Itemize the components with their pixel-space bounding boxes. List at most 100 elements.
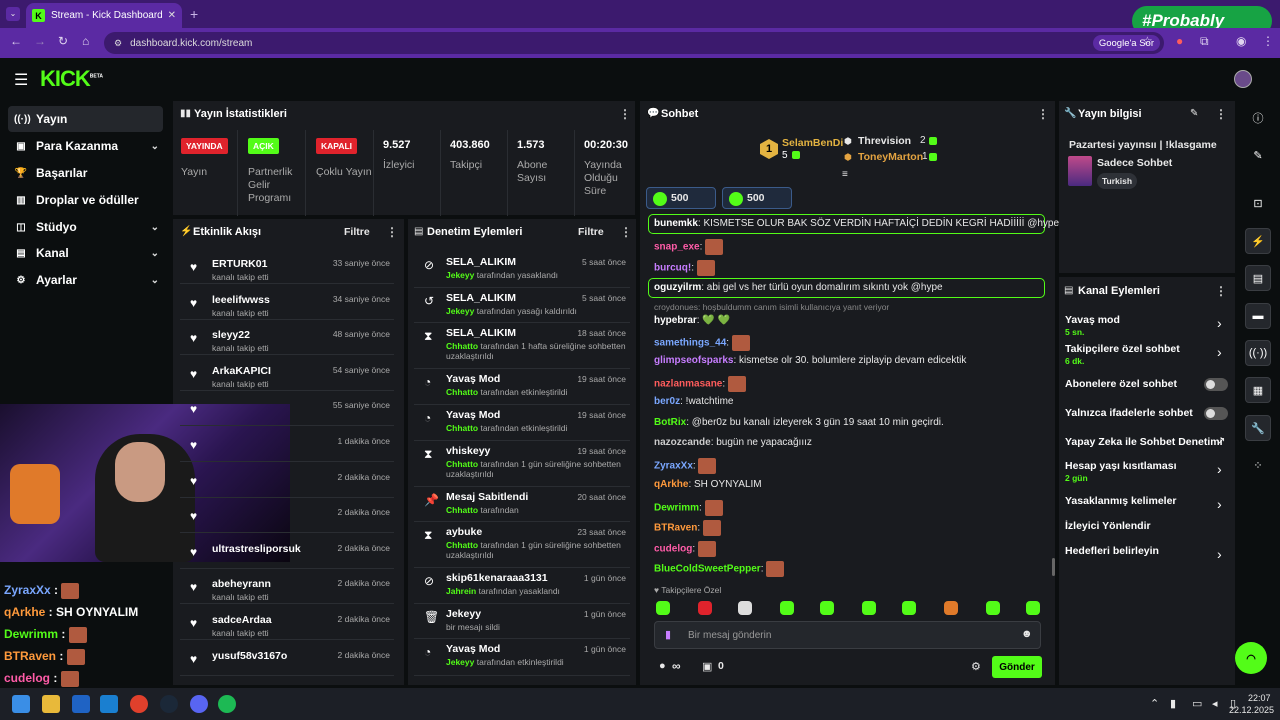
mic-icon[interactable]: ▮ <box>665 628 671 641</box>
store-icon[interactable]: ▣ <box>702 660 712 673</box>
outlook-icon[interactable] <box>72 695 90 713</box>
browser-tab[interactable]: K Stream - Kick Dashboard ✕ <box>26 3 182 28</box>
activity-row[interactable]: ♥ sadceArdaa kanalı takip etti 2 dakika önc… <box>180 606 394 640</box>
chat-message[interactable]: burcuq!: <box>654 260 715 276</box>
chat-message[interactable]: cudelog: <box>654 541 716 557</box>
user-avatar[interactable] <box>1234 70 1252 88</box>
toggle-switch[interactable] <box>1204 378 1228 391</box>
chevron-right-icon[interactable]: › <box>1217 344 1222 360</box>
more-options-icon[interactable]: ⁘ <box>1245 452 1271 478</box>
chat-input-box[interactable]: ▮ Bir mesaj gönderin ☻ <box>654 621 1041 649</box>
channel-action-row[interactable]: Yasaklanmış kelimeler <box>1065 495 1177 507</box>
emote-icon[interactable] <box>780 601 794 615</box>
reload-icon[interactable]: ↻ <box>58 34 68 48</box>
activity-row[interactable]: ♥ ultrastresliporsuk 2 dakika önce <box>180 535 394 569</box>
spotify-icon[interactable] <box>218 695 236 713</box>
emote-icon[interactable] <box>944 601 958 615</box>
chat-message[interactable]: glimpseofsparks: kismetse olr 30. boluml… <box>654 355 966 366</box>
tab-menu-icon[interactable]: ⌄ <box>6 7 20 21</box>
activity-row[interactable]: ♥ 55 saniye önce <box>180 392 394 427</box>
nav-item-para-kazanma[interactable]: ▣ Para Kazanma ⌄ <box>8 133 163 159</box>
info-icon[interactable]: ⓘ <box>1245 105 1271 131</box>
channel-action-row[interactable]: Abonelere özel sohbet <box>1065 378 1177 390</box>
support-button[interactable]: ◠ <box>1235 642 1267 674</box>
hamburger-menu-icon[interactable]: ☰ <box>14 70 28 90</box>
moderator-name[interactable]: Chhatto <box>446 341 478 351</box>
clock-time[interactable]: 22:07 <box>1248 693 1271 703</box>
tray-display-icon[interactable]: ▭ <box>1192 697 1202 710</box>
chat-message[interactable]: oguzyilrm: abi gel vs her türlü oyun dom… <box>654 282 943 293</box>
chat-message[interactable]: nazozcande: bugün ne yapacağııız <box>654 437 812 448</box>
extension-icon[interactable]: ● <box>1176 34 1183 48</box>
channel-action-row[interactable]: Hedefleri belirleyin <box>1065 545 1159 557</box>
tray-speaker-icon[interactable]: ◂ <box>1212 697 1218 710</box>
profile-avatar-icon[interactable]: ◉ <box>1236 34 1246 48</box>
emote-icon[interactable] <box>862 601 876 615</box>
activity-row[interactable]: ♥ yusuf58v3167o 2 dakika önce <box>180 642 394 676</box>
steam-icon[interactable] <box>160 695 178 713</box>
activity-row[interactable]: ♥ sleyy22 kanalı takip etti 48 saniye önce <box>180 321 394 356</box>
document-icon[interactable]: ▤ <box>1245 265 1271 291</box>
wrench-icon[interactable]: 🔧 <box>1245 415 1271 441</box>
chat-username[interactable]: bunemkk <box>654 218 698 229</box>
tray-mic-icon[interactable]: ▮ <box>1170 697 1176 710</box>
emote-icon[interactable] <box>698 601 712 615</box>
moderation-row[interactable]: ↺ SELA_ALIKIM Jekeyy tarafından yasağı kal… <box>414 288 630 323</box>
layout-icon[interactable]: ▦ <box>1245 377 1271 403</box>
url-bar[interactable]: ⚙ dashboard.kick.com/stream Google'a Sor <box>104 32 1164 54</box>
moderation-row[interactable]: ◔ Yavaş Mod Jekeyy tarafından etkinleştiri… <box>414 639 630 676</box>
moderation-row[interactable]: ⧗ vhiskeyy Chhatto tarafından 1 gün süreli… <box>414 441 630 487</box>
chat-username[interactable]: snap_exe <box>654 242 700 253</box>
chat-message[interactable]: croydonues: hoşbuldumm canım isimli kull… <box>654 302 889 312</box>
moderator-name[interactable]: Jekeyy <box>446 270 474 280</box>
emote-icon[interactable] <box>820 601 834 615</box>
emote-icon[interactable] <box>902 601 916 615</box>
chrome-icon[interactable] <box>130 695 148 713</box>
activity-filter-button[interactable]: Filtre <box>344 226 370 238</box>
file-explorer-icon[interactable] <box>42 695 60 713</box>
moderation-row[interactable]: ⧗ aybuke Chhatto tarafından 1 gün süreliği… <box>414 522 630 568</box>
pen-icon[interactable]: ✎ <box>1245 142 1271 168</box>
windows-start-icon[interactable] <box>12 695 30 713</box>
clock-date[interactable]: 22.12.2025 <box>1229 705 1274 715</box>
chat-message[interactable]: BotRix: @ber0z bu kanalı izleyerek 3 gün… <box>654 417 944 428</box>
broadcast-icon[interactable]: ((·)) <box>1245 340 1271 366</box>
home-icon[interactable]: ⌂ <box>82 34 89 48</box>
discord-icon[interactable] <box>190 695 208 713</box>
chat-username[interactable]: ber0z <box>654 396 680 407</box>
kick-logo[interactable]: KICKBETA <box>40 66 103 92</box>
channel-action-row[interactable]: Takipçilere özel sohbet 6 dk. <box>1065 343 1180 366</box>
moderator-name[interactable]: Chhatto <box>446 387 478 397</box>
nav-item-basarilar[interactable]: 🏆 Başarılar <box>8 160 163 186</box>
emote-icon[interactable] <box>738 601 752 615</box>
chat-username[interactable]: burcuq! <box>654 263 691 274</box>
chat-message[interactable]: hypebrar: 💚 💚 <box>654 315 730 326</box>
send-button[interactable]: Gönder <box>992 656 1042 678</box>
bookmark-icon[interactable]: ☆ <box>1142 34 1153 48</box>
activity-menu-icon[interactable]: ⋮ <box>386 225 398 239</box>
moderator-name[interactable]: Chhatto <box>446 540 478 550</box>
stream-info-menu-icon[interactable]: ⋮ <box>1215 107 1227 121</box>
expand-leaderboard-icon[interactable]: ≡ <box>842 169 848 180</box>
tray-chevron-icon[interactable]: ⌃ <box>1150 697 1159 710</box>
chevron-right-icon[interactable]: › <box>1217 315 1222 331</box>
lightning-icon[interactable]: ⚡ <box>1245 228 1271 254</box>
activity-row[interactable]: ♥ ArkaKAPICI kanalı takip etti 54 saniye ön… <box>180 357 394 391</box>
chat-username[interactable]: oguzyilrm <box>654 282 701 293</box>
stats-menu-icon[interactable]: ⋮ <box>619 107 631 121</box>
chevron-right-icon[interactable]: › <box>1217 546 1222 562</box>
channel-action-row[interactable]: Yalnızca ifadelerle sohbet <box>1065 407 1193 419</box>
emote-icon[interactable] <box>656 601 670 615</box>
chat-username[interactable]: BTRaven <box>654 523 697 534</box>
chat-username[interactable]: samethings_44 <box>654 338 726 349</box>
target-icon[interactable]: ⊡ <box>1245 190 1271 216</box>
chat-message[interactable]: nazlanmasane: <box>654 376 746 392</box>
chat-username[interactable]: BlueColdSweetPepper <box>654 564 761 575</box>
outlook-alt-icon[interactable] <box>100 695 118 713</box>
moderation-row[interactable]: ⊘ SELA_ALIKIM Jekeyy tarafından yasaklandı… <box>414 252 630 288</box>
moderation-menu-icon[interactable]: ⋮ <box>620 225 632 239</box>
chat-message[interactable]: bunemkk: KISMETSE OLUR BAK SÖZ VERDİN HA… <box>654 218 1059 229</box>
chat-scrollbar[interactable] <box>1052 558 1055 576</box>
emoji-picker-icon[interactable]: ☻ <box>1021 628 1033 640</box>
chevron-right-icon[interactable]: › <box>1217 496 1222 512</box>
